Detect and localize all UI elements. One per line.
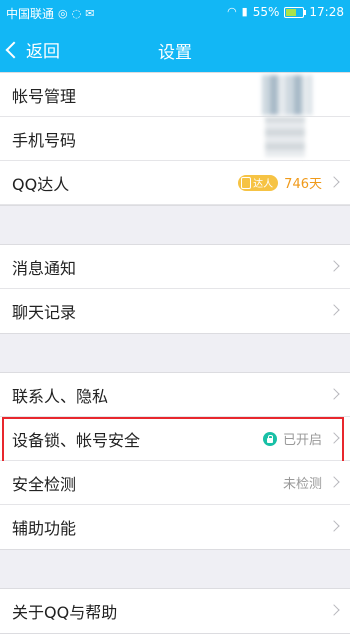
- battery-percent: 55%: [252, 5, 280, 19]
- chevron-right-icon: [328, 604, 340, 616]
- chevron-right-icon: [328, 304, 340, 316]
- row-label: 安全检测: [12, 474, 77, 494]
- daren-days: 746天: [284, 177, 322, 192]
- chevron-right-icon: [328, 476, 340, 488]
- row-message-notifications[interactable]: 消息通知: [0, 245, 350, 289]
- settings-group-account: 帐号管理 手机号码 QQ达人 达人 746天: [0, 72, 350, 206]
- row-label: 联系人、隐私: [12, 386, 109, 406]
- settings-group-about: 关于QQ与帮助: [0, 588, 350, 634]
- chevron-right-icon: [328, 260, 340, 272]
- row-qq-daren[interactable]: QQ达人 达人 746天: [0, 161, 350, 205]
- row-device-lock-security[interactable]: 设备锁、帐号安全 已开启: [0, 417, 350, 465]
- settings-group-messages: 消息通知 聊天记录: [0, 244, 350, 334]
- battery-icon: [284, 6, 307, 18]
- carrier-label: 中国联通: [6, 7, 55, 21]
- lock-icon: [262, 431, 277, 446]
- row-accessibility[interactable]: 辅助功能: [0, 505, 350, 549]
- mail-notification-icon: ✉: [85, 6, 95, 20]
- row-chat-history[interactable]: 聊天记录: [0, 289, 350, 333]
- title-bar: 返回 设置: [0, 26, 350, 72]
- signal-icon: ▮: [241, 5, 248, 18]
- phone-icon: [241, 176, 252, 189]
- row-label: 帐号管理: [12, 86, 77, 106]
- page-title: 设置: [158, 43, 192, 63]
- message-notification-icon: ◌: [71, 6, 82, 20]
- daren-badge: 达人: [238, 174, 279, 191]
- blurred-area: [265, 117, 305, 157]
- chevron-right-icon: [328, 176, 340, 188]
- row-contacts-privacy[interactable]: 联系人、隐私: [0, 373, 350, 417]
- device-lock-status: 已开启: [282, 433, 322, 448]
- row-label: 辅助功能: [12, 519, 77, 538]
- status-bar: 中国联通 ◎ ◌ ✉ ◠ ▮ 55% 17:28: [0, 0, 350, 26]
- row-label: 聊天记录: [12, 303, 77, 322]
- row-label: 设备锁、帐号安全: [12, 430, 141, 450]
- chevron-right-icon: [328, 388, 340, 400]
- security-scan-status: 未检测: [282, 477, 322, 492]
- wifi-icon: ◠: [227, 5, 237, 18]
- row-label: QQ达人: [12, 174, 70, 194]
- clock: 17:28: [309, 5, 344, 19]
- row-label: 关于QQ与帮助: [12, 603, 118, 622]
- qq-notification-icon: ◎: [58, 6, 68, 20]
- settings-list: 帐号管理 手机号码 QQ达人 达人 746天 消息通知 聊天记录 联系人、隐私 …: [0, 72, 350, 634]
- row-account-management[interactable]: 帐号管理: [0, 73, 350, 117]
- row-security-scan[interactable]: 安全检测 未检测: [0, 461, 350, 505]
- row-about-help[interactable]: 关于QQ与帮助: [0, 589, 350, 633]
- row-label: 手机号码: [12, 130, 77, 150]
- settings-group-security: 联系人、隐私 设备锁、帐号安全 已开启 安全检测 未检测 辅助功能: [0, 372, 350, 550]
- row-label: 消息通知: [12, 258, 77, 278]
- chevron-right-icon: [328, 520, 340, 532]
- blurred-avatar: [262, 75, 312, 115]
- chevron-right-icon: [328, 432, 340, 444]
